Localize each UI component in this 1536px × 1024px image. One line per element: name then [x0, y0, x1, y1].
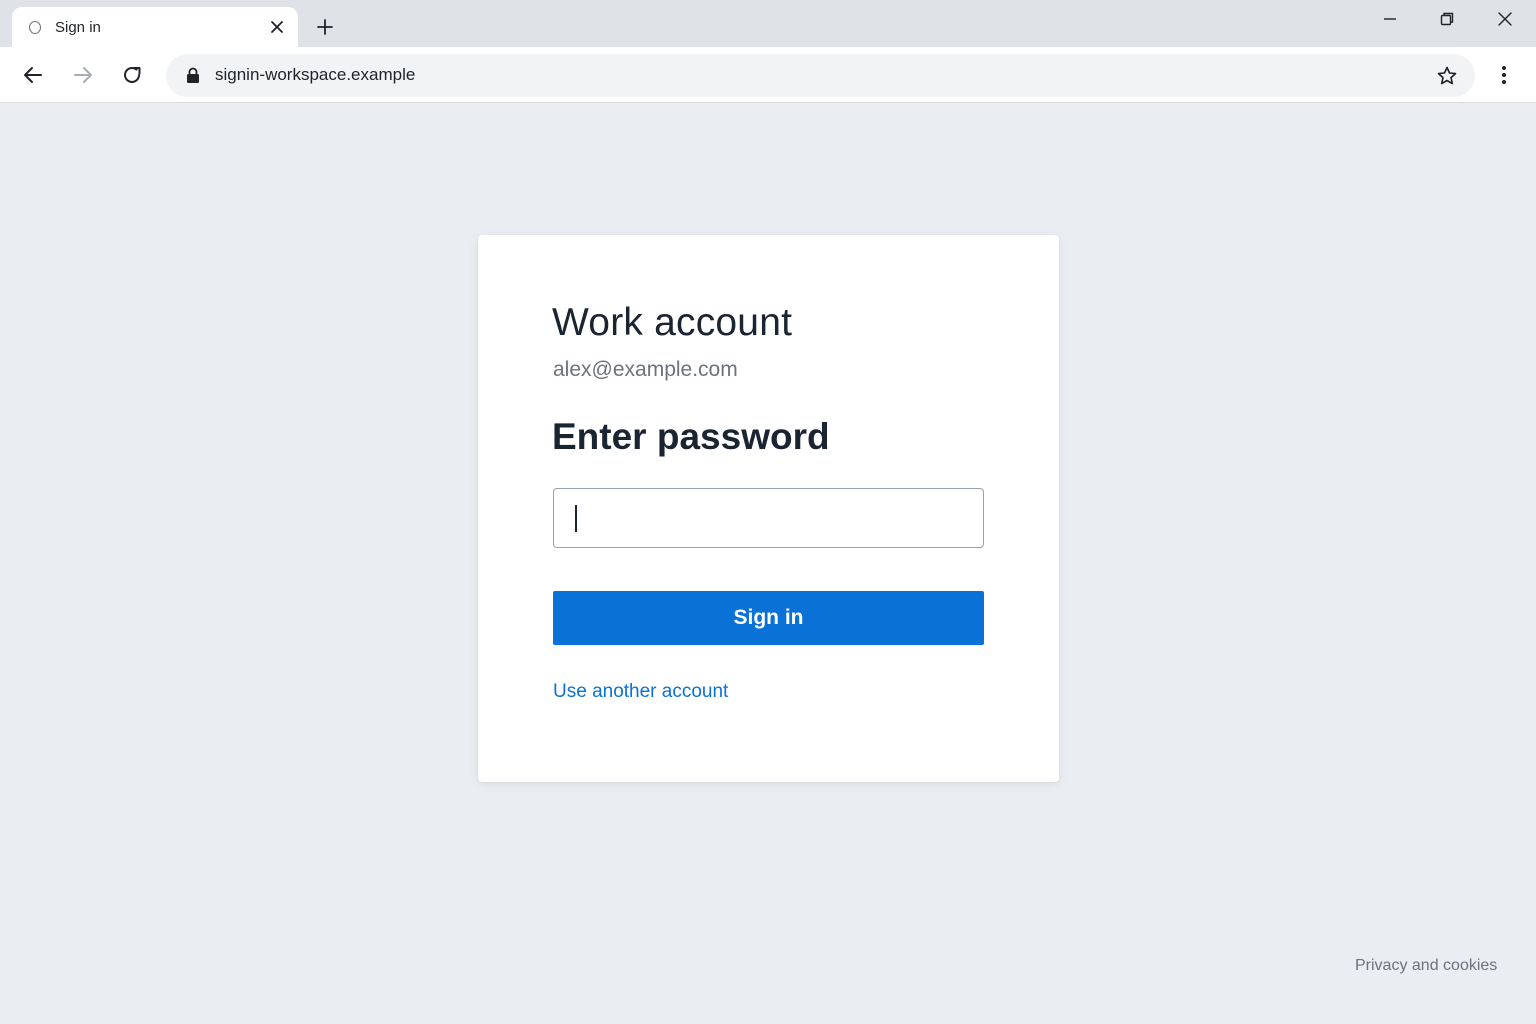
circle-icon: [29, 21, 41, 34]
url-text[interactable]: signin-workspace.example: [215, 65, 415, 85]
close-icon[interactable]: [1497, 11, 1513, 27]
account-title: Work account: [552, 301, 793, 344]
sign-in-button[interactable]: Sign in: [553, 591, 984, 645]
text-caret: [575, 505, 577, 532]
restore-icon[interactable]: [1439, 11, 1455, 27]
tab-title: Sign in: [55, 19, 101, 36]
arrow-right-icon[interactable]: [72, 64, 94, 86]
browser-toolbar: signin-workspace.example: [0, 47, 1536, 103]
signin-card: Work account alex@example.com Enter pass…: [478, 235, 1059, 782]
password-input[interactable]: [553, 488, 984, 548]
star-icon[interactable]: [1436, 65, 1458, 87]
address-bar[interactable]: signin-workspace.example: [166, 54, 1475, 97]
privacy-cookies-link[interactable]: Privacy and cookies: [1355, 957, 1497, 975]
close-icon[interactable]: [269, 19, 285, 35]
plus-icon[interactable]: [316, 18, 334, 36]
use-another-account-link[interactable]: Use another account: [553, 681, 728, 703]
browser-tab[interactable]: Sign in: [12, 7, 298, 47]
reload-icon[interactable]: [121, 64, 143, 86]
kebab-menu-icon[interactable]: [1494, 64, 1514, 86]
arrow-left-icon[interactable]: [22, 64, 44, 86]
account-email: alex@example.com: [553, 358, 738, 381]
tab-strip: Sign in: [0, 0, 1536, 47]
minimize-icon[interactable]: [1382, 11, 1398, 27]
lock-icon[interactable]: [186, 67, 200, 84]
password-heading: Enter password: [552, 416, 830, 457]
